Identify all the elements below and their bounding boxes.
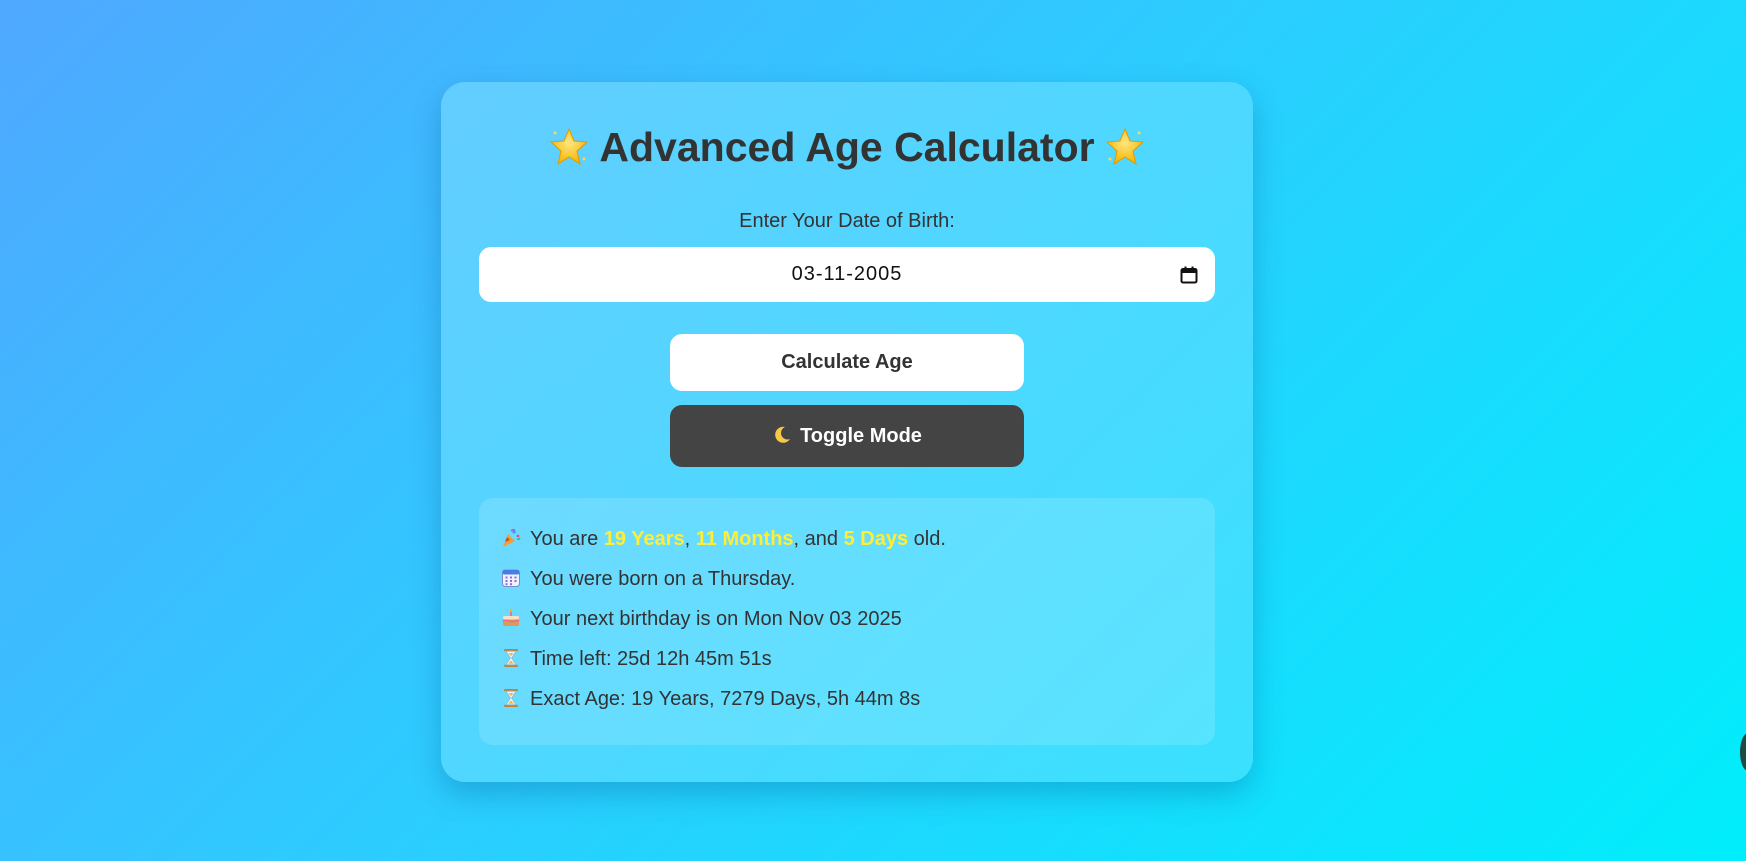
edge-widget[interactable] [1740, 733, 1746, 771]
born-day-text: You were born on a Thursday. [530, 568, 796, 590]
months-value: 11 Months [695, 528, 794, 550]
dob-date-input[interactable]: 03-11-2005 [479, 247, 1215, 302]
calendar-icon [502, 569, 520, 587]
years-value: 19 Years [603, 528, 685, 550]
toggle-mode-button[interactable]: Toggle Mode [670, 405, 1024, 467]
age-suffix: old. [913, 528, 946, 550]
moon-icon [775, 426, 791, 443]
exact-age-text: Exact Age: 19 Years, 7279 Days, 5h 44m 8… [530, 688, 921, 710]
age-sep1: , [684, 528, 691, 550]
star-icon [1105, 127, 1144, 166]
result-panel: You are 19 Years, 11 Months, and 5 Days … [479, 498, 1215, 745]
calculate-age-button[interactable]: Calculate Age [670, 334, 1024, 391]
age-prefix: You are [530, 528, 599, 550]
hourglass-icon [504, 689, 518, 707]
dob-value[interactable]: 03-11-2005 [479, 263, 1215, 286]
calendar-picker-icon[interactable] [1180, 266, 1198, 284]
birthday-cake-icon [502, 608, 520, 626]
time-left-line: Time left: 25d 12h 45m 51s [501, 648, 772, 671]
page-title: Advanced Age Calculator [441, 124, 1253, 171]
age-summary-line: You are 19 Years, 11 Months, and 5 Days … [501, 528, 946, 551]
star-icon [550, 127, 589, 166]
next-birthday-line: Your next birthday is on Mon Nov 03 2025 [501, 608, 902, 631]
exact-age-line: Exact Age: 19 Years, 7279 Days, 5h 44m 8… [501, 688, 920, 711]
calculator-card: Advanced Age Calculator Enter Your Date … [441, 82, 1253, 782]
age-sep2: , and [793, 528, 839, 550]
toggle-mode-label: Toggle Mode [800, 425, 922, 447]
title-text: Advanced Age Calculator [599, 124, 1095, 170]
dob-label: Enter Your Date of Birth: [739, 210, 955, 232]
born-day-line: You were born on a Thursday. [501, 568, 795, 591]
party-popper-icon [503, 528, 521, 547]
days-value: 5 Days [843, 528, 909, 550]
time-left-text: Time left: 25d 12h 45m 51s [530, 648, 772, 670]
next-birthday-text: Your next birthday is on Mon Nov 03 2025 [530, 608, 902, 630]
hourglass-icon [504, 649, 518, 667]
